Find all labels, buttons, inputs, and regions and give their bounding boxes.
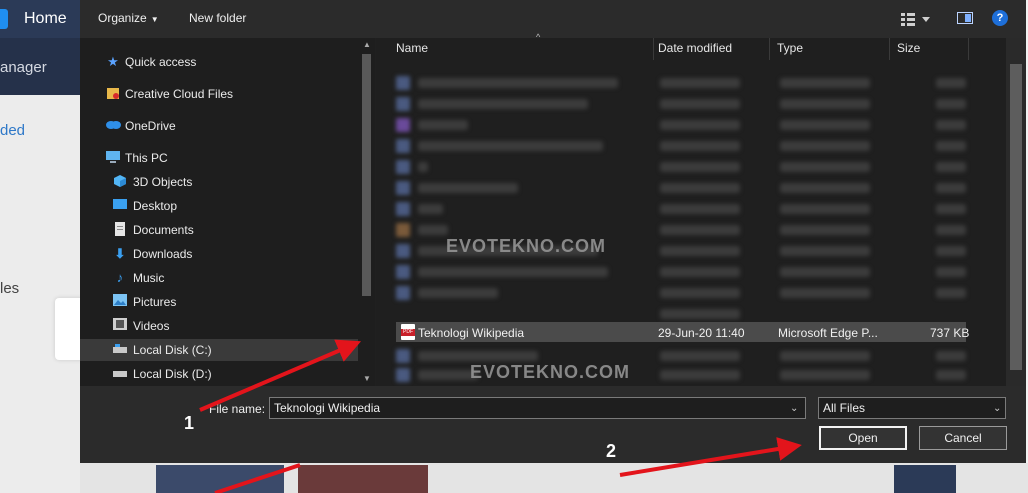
file-name-cell: Teknologi Wikipedia (418, 326, 525, 340)
column-header-size[interactable]: Size (897, 38, 969, 60)
organize-button[interactable]: Organize ▼ (98, 11, 159, 25)
open-button[interactable]: Open (819, 426, 907, 450)
sort-ascending-icon: ^ (536, 32, 541, 42)
video-icon (112, 318, 128, 334)
drive-icon (112, 366, 128, 382)
preview-pane-icon[interactable] (957, 12, 973, 24)
cube-icon (112, 174, 128, 190)
chevron-down-icon[interactable]: ⌄ (790, 403, 798, 414)
background-thumbnail (298, 465, 428, 493)
nav-item-local-disk-c[interactable]: Local Disk (C:) (80, 339, 360, 361)
file-date-cell: 29-Jun-20 11:40 (658, 326, 745, 340)
nav-item-onedrive[interactable]: OneDrive (80, 115, 360, 137)
document-icon (112, 222, 128, 238)
nav-item-documents[interactable]: Documents (80, 219, 360, 241)
nav-item-pictures[interactable]: Pictures (80, 291, 360, 313)
view-options-icon[interactable] (900, 12, 930, 26)
app-logo-icon (0, 9, 8, 29)
help-icon[interactable]: ? (992, 10, 1008, 26)
file-size-cell: 737 KB (930, 326, 970, 340)
nav-item-creative-cloud[interactable]: Creative Cloud Files (80, 83, 360, 105)
chevron-down-icon[interactable]: ⌄ (993, 403, 1001, 414)
background-files-text: les (0, 280, 20, 297)
file-row-selected[interactable]: Teknologi Wikipedia 29-Jun-20 11:40 Micr… (396, 322, 970, 342)
scroll-down-icon[interactable]: ▼ (363, 374, 371, 383)
navigation-pane: ★ Quick access Creative Cloud Files OneD… (80, 38, 375, 386)
annotation-step-1: 1 (184, 413, 195, 433)
drive-icon (112, 342, 128, 358)
background-thumbnail (156, 465, 284, 493)
annotation-step-2: 2 (606, 441, 617, 461)
star-icon: ★ (107, 54, 119, 69)
pdf-file-icon (401, 324, 415, 340)
column-header-type[interactable]: Type (777, 38, 890, 60)
background-home-label[interactable]: Home (24, 10, 67, 28)
new-folder-button[interactable]: New folder (189, 11, 246, 25)
music-icon: ♪ (116, 270, 124, 285)
nav-item-desktop[interactable]: Desktop (80, 195, 360, 217)
nav-item-music[interactable]: ♪ Music (80, 267, 360, 289)
cloud-icon (105, 118, 121, 134)
download-icon: ⬇ (114, 246, 126, 261)
file-type-select[interactable]: All Files (818, 397, 1006, 419)
nav-item-downloads[interactable]: ⬇ Downloads (80, 243, 360, 265)
file-type-cell: Microsoft Edge P... (778, 326, 878, 340)
watermark-text: EVOTEKNO.COM (446, 236, 607, 256)
watermark-text: EVOTEKNO.COM (470, 362, 631, 382)
column-header-date[interactable]: Date modified (658, 38, 770, 60)
background-thumbnail (894, 465, 956, 493)
open-file-dialog: Organize ▼ New folder ? ★ Quick access Cr… (80, 0, 1026, 463)
file-list-scrollbar-thumb[interactable] (1010, 64, 1022, 370)
creative-cloud-icon (105, 86, 121, 102)
command-bar: Organize ▼ New folder ? (80, 0, 1026, 38)
nav-item-3d-objects[interactable]: 3D Objects (80, 171, 360, 193)
file-name-input[interactable]: Teknologi Wikipedia (269, 397, 806, 419)
nav-item-videos[interactable]: Videos (80, 315, 360, 337)
file-list: ^ Name Date modified Type Size Teknologi… (376, 32, 1026, 386)
chevron-down-icon: ▼ (150, 15, 159, 24)
nav-item-local-disk-d[interactable]: Local Disk (D:) (80, 363, 360, 385)
nav-scrollbar-thumb[interactable] (362, 54, 371, 296)
picture-icon (112, 294, 128, 310)
nav-item-quick-access[interactable]: ★ Quick access (80, 51, 360, 73)
file-name-label: File name: (209, 402, 266, 416)
background-loaded-link[interactable]: ded (0, 122, 25, 139)
computer-icon (105, 150, 121, 166)
column-header-name[interactable]: ^ Name (396, 32, 654, 60)
background-manager-text: anager (0, 59, 47, 76)
cancel-button[interactable]: Cancel (919, 426, 1007, 450)
scroll-up-icon[interactable]: ▲ (363, 40, 371, 49)
desktop-icon (112, 198, 128, 214)
nav-item-this-pc[interactable]: This PC (80, 147, 360, 169)
